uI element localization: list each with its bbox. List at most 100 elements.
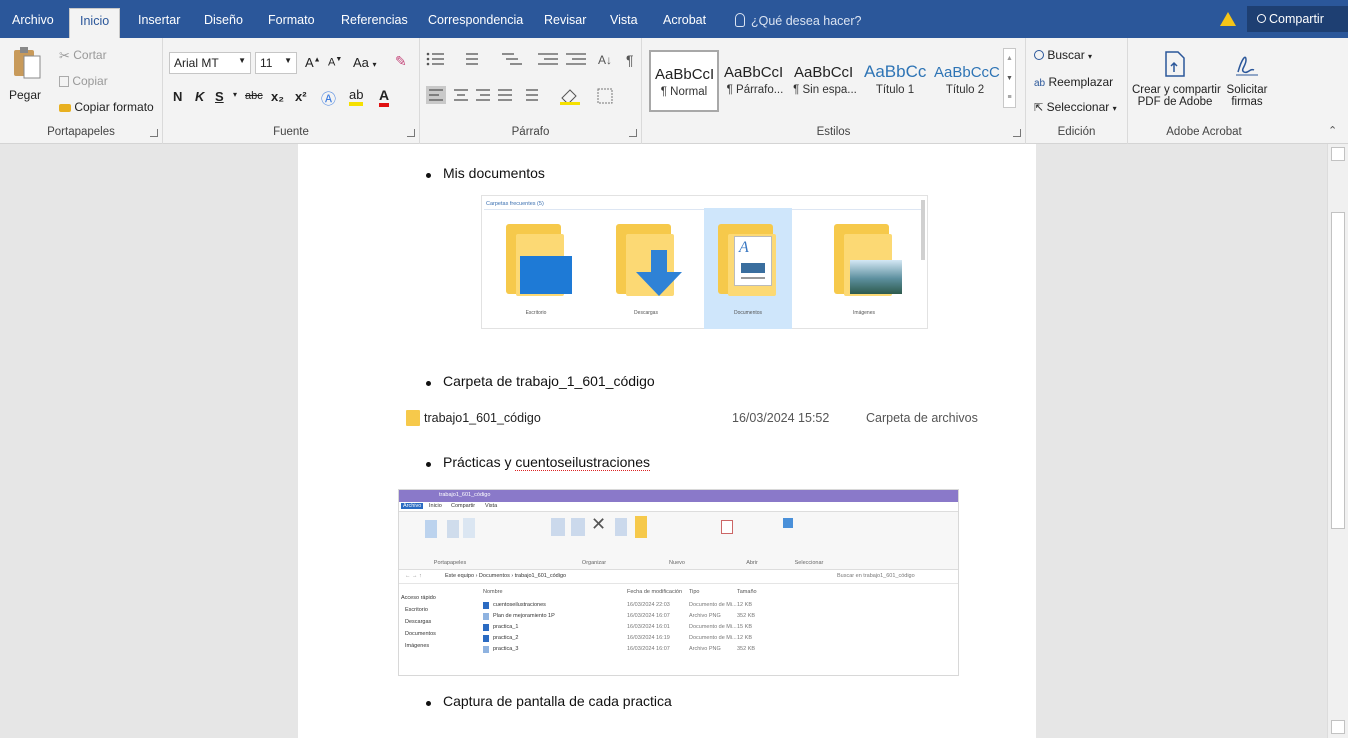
underline-button[interactable]: S (215, 89, 224, 104)
tab-diseno[interactable]: Diseño (204, 13, 243, 27)
request-signatures-button[interactable]: Solicitar firmas (1218, 46, 1276, 126)
ribbon-tab-bar: Archivo Inicio Insertar Diseño Formato R… (0, 0, 1348, 38)
style-preview: AaBbCcI (724, 64, 784, 81)
tab-acrobat[interactable]: Acrobat (663, 13, 706, 27)
replace-button[interactable]: ab Reemplazar (1034, 75, 1113, 89)
bullet-practicas-misspelled: cuentoseilustraciones (515, 454, 650, 471)
collapse-ribbon-icon[interactable]: ⌃ (1328, 124, 1337, 137)
acrobat-group-label: Adobe Acrobat (1166, 126, 1242, 138)
group-paragraph: A↓ ¶ Párrafo (420, 38, 642, 144)
folder-imagenes: Imágenes (820, 216, 908, 320)
tab-vista[interactable]: Vista (610, 13, 638, 27)
clear-formatting-icon[interactable]: ✎ (395, 53, 407, 70)
file-cell: Documento de Mi... (689, 624, 737, 630)
text-effects-icon[interactable]: Ⓐ (321, 88, 336, 109)
create-pdf-button[interactable]: Crear y compartir PDF de Adobe (1132, 46, 1221, 126)
font-launcher-icon[interactable] (407, 129, 415, 137)
folder-name: trabajo1_601_código (424, 411, 541, 425)
chevron-up-icon[interactable]: ▲ (1004, 49, 1015, 69)
clipboard-launcher-icon[interactable] (150, 129, 158, 137)
strikethrough-button[interactable]: abc (245, 90, 263, 102)
group-font: Arial MT ▼ 11 ▼ A▲ A▼ Aa ▾ ✎ N K S ▾ abc x… (163, 38, 420, 144)
chevron-down-icon[interactable]: ▾ (233, 90, 237, 99)
cut-button[interactable]: ✂ Cortar (59, 48, 107, 64)
file-cell: cuentoseilustraciones (493, 602, 546, 608)
style-titulo-1[interactable]: AaBbCc Título 1 (860, 50, 930, 112)
tab-insertar[interactable]: Insertar (138, 13, 180, 27)
explorer-search: Buscar en trabajo1_601_código (837, 573, 915, 579)
find-label: Buscar (1047, 48, 1085, 62)
rename-icon (615, 518, 627, 536)
file-cell: practica_1 (493, 624, 519, 630)
grow-font-icon[interactable]: A▲ (305, 55, 321, 70)
subscript-button[interactable]: x₂ (271, 89, 284, 104)
scrollbar (921, 200, 925, 260)
italic-button[interactable]: K (195, 89, 204, 104)
delete-icon: ✕ (591, 514, 607, 534)
folder-list-row[interactable]: trabajo1_601_código 16/03/2024 15:52 Car… (406, 410, 978, 430)
chevron-down-icon: ▾ (1088, 52, 1093, 61)
file-icon (483, 635, 489, 642)
style-normal[interactable]: AaBbCcI ¶ Normal (649, 50, 719, 112)
folder-escritorio: Escritorio (492, 216, 580, 320)
explorer-file-list: Nombre Fecha de modificación Tipo Tamaño… (479, 585, 958, 675)
tab-inicio[interactable]: Inicio (69, 8, 121, 38)
select-all-icon (783, 518, 793, 528)
scroll-up-icon[interactable] (1331, 147, 1345, 161)
file-row: practica_2 16/03/2024 16:19 Documento de M… (479, 634, 779, 644)
select-button[interactable]: ⇱ Seleccionar ▾ (1034, 100, 1117, 114)
screenshot-frequent-folders[interactable]: Carpetas frecuentes (5) Escritorio Desca… (481, 195, 928, 329)
paragraph-launcher-icon[interactable] (629, 129, 637, 137)
scroll-down-icon[interactable] (1331, 720, 1345, 734)
warning-icon[interactable] (1220, 12, 1236, 26)
bullet-dot (426, 701, 431, 706)
request-signatures-label-1: Solicitar (1226, 84, 1268, 96)
style-preview: AaBbCc (864, 62, 927, 81)
font-size-combo[interactable]: 11 ▼ (255, 52, 297, 74)
font-name-combo[interactable]: Arial MT ▼ (169, 52, 251, 74)
more-styles-icon[interactable]: ≡ (1004, 89, 1015, 107)
nav-arrows-icon: ← → ↑ (405, 573, 422, 579)
font-color-icon[interactable]: A (379, 88, 390, 107)
style-sin-espaciado[interactable]: AaBbCcI ¶ Sin espa... (790, 50, 860, 112)
style-titulo-2[interactable]: AaBbCcC Título 2 (930, 50, 1000, 112)
shrink-font-icon[interactable]: A▼ (328, 56, 342, 69)
svg-text:¶: ¶ (626, 52, 634, 68)
properties-icon (721, 520, 733, 534)
document-page[interactable]: Mis documentos Carpetas frecuentes (5) E… (298, 144, 1036, 738)
column-header: Tipo (689, 589, 700, 595)
tell-me-box[interactable]: ¿Qué desea hacer? (735, 13, 862, 28)
explorer-group-label: Organizar (581, 560, 607, 566)
copy-button[interactable]: Copiar (59, 74, 108, 88)
styles-launcher-icon[interactable] (1013, 129, 1021, 137)
find-button[interactable]: Buscar ▾ (1034, 48, 1092, 62)
highlight-icon[interactable]: ab (349, 88, 364, 106)
scrollbar-thumb[interactable] (1331, 212, 1345, 529)
superscript-button[interactable]: x² (295, 89, 307, 104)
explorer-tab: Compartir (451, 503, 476, 509)
tab-correspondencia[interactable]: Correspondencia (428, 13, 523, 27)
move-icon (551, 518, 565, 536)
font-group-label: Fuente (273, 126, 309, 138)
style-name: Título 1 (875, 84, 915, 96)
tab-formato[interactable]: Formato (268, 13, 315, 27)
tab-revisar[interactable]: Revisar (544, 13, 586, 27)
explorer-path: Este equipo › Documentos › trabajo1_601_… (445, 573, 567, 579)
style-parrafo[interactable]: AaBbCcI ¶ Párrafo... (720, 50, 790, 112)
cut-label: Cortar (73, 48, 107, 63)
cursor-icon: ⇱ (1034, 102, 1044, 114)
change-case-button[interactable]: Aa ▾ (353, 55, 377, 70)
file-cell: 16/03/2024 16:07 (627, 613, 670, 619)
bold-button[interactable]: N (173, 89, 182, 104)
chevron-down-icon[interactable]: ▼ (1004, 69, 1015, 89)
paste-button[interactable]: Pegar (8, 46, 44, 116)
styles-gallery-scroll[interactable]: ▲ ▼ ≡ (1003, 48, 1016, 108)
format-painter-button[interactable]: Copiar formato (59, 100, 154, 114)
screenshot-file-explorer[interactable]: trabajo1_601_código Archivo Inicio Compa… (398, 489, 959, 676)
paragraph-bottom-icons (426, 86, 613, 105)
vertical-scrollbar[interactable] (1327, 144, 1348, 738)
tab-archivo[interactable]: Archivo (12, 13, 54, 27)
file-cell: 16/03/2024 16:19 (627, 635, 670, 641)
tab-referencias[interactable]: Referencias (341, 13, 408, 27)
share-button[interactable]: Compartir (1247, 6, 1348, 32)
